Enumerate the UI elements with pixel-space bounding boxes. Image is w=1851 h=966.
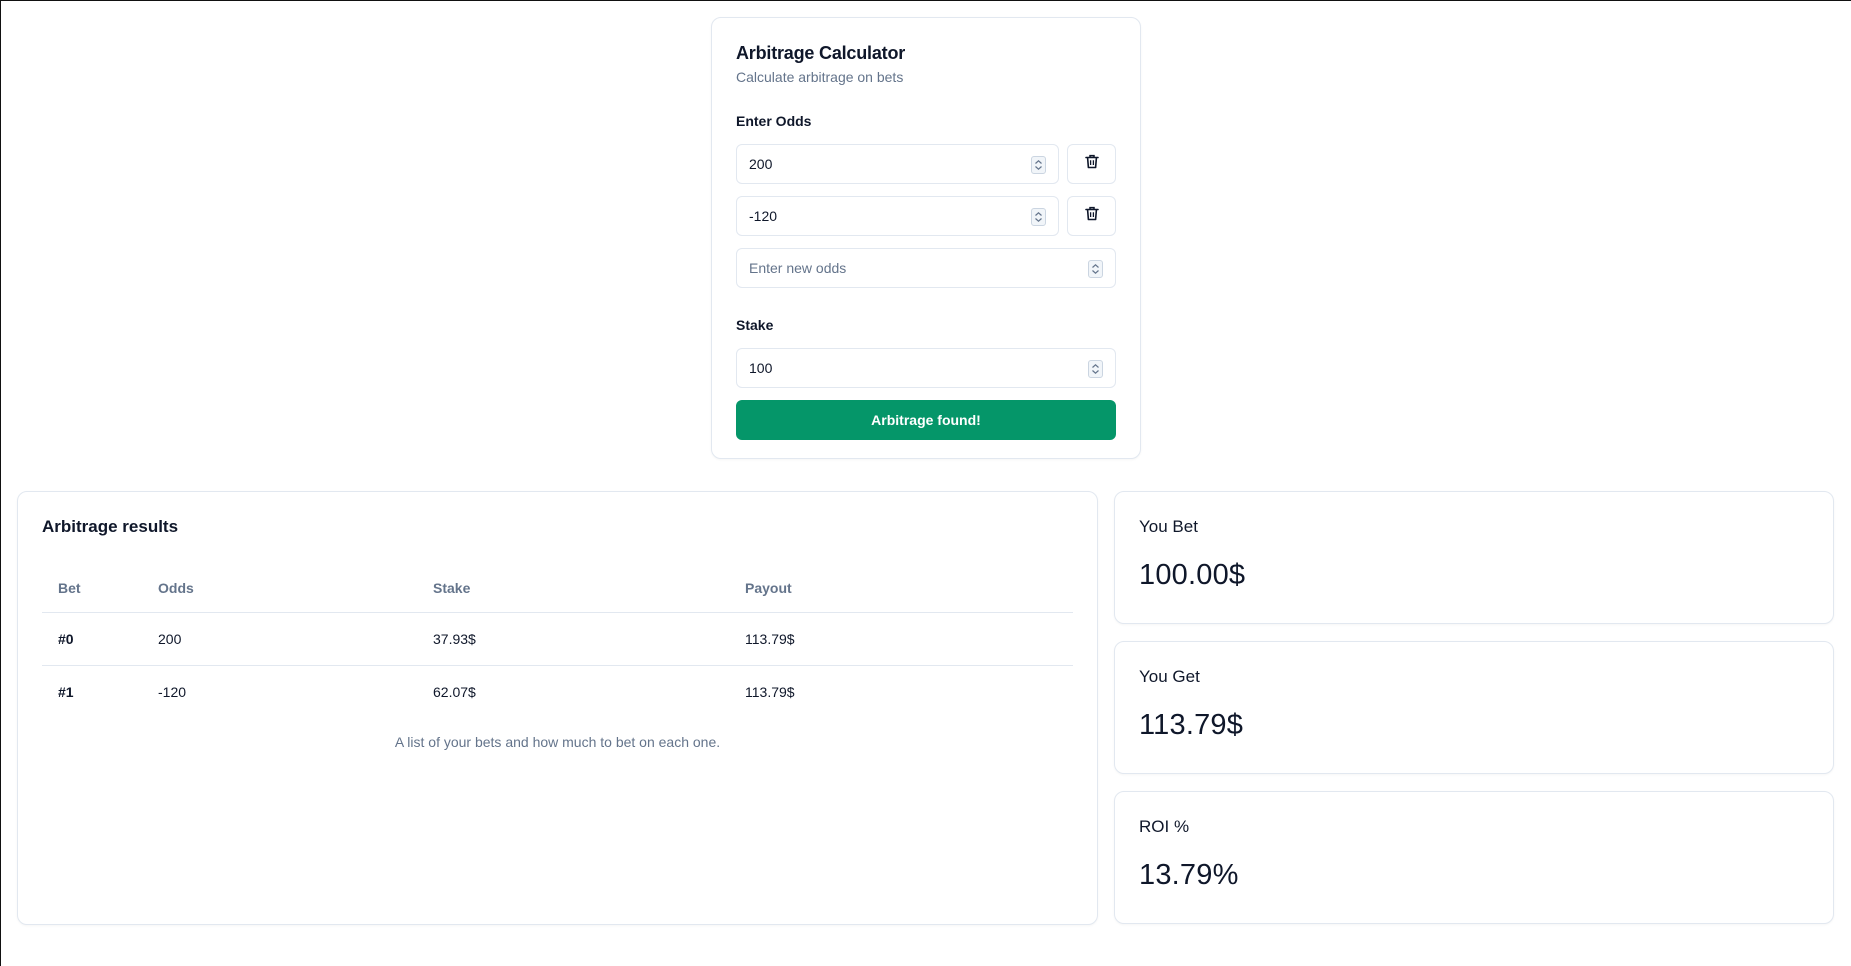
you-bet-value: 100.00$ bbox=[1139, 559, 1246, 591]
cell-bet: #0 bbox=[42, 612, 142, 666]
table-header-row: Bet Odds Stake Payout bbox=[42, 564, 1073, 613]
delete-odds-button-0[interactable] bbox=[1067, 144, 1116, 184]
roi-card: ROI % 13.79% bbox=[1114, 791, 1834, 924]
you-bet-label: You Bet bbox=[1139, 517, 1198, 536]
odds-input-value: -120 bbox=[749, 208, 778, 224]
stake-input-value: 100 bbox=[749, 360, 773, 376]
table-row: #1 -120 62.07$ 113.79$ bbox=[42, 665, 1073, 718]
odds-input-0[interactable]: 200 bbox=[736, 144, 1059, 184]
results-table: Bet Odds Stake Payout #0 200 37.93$ 113.… bbox=[42, 564, 1073, 718]
you-get-value: 113.79$ bbox=[1139, 709, 1244, 741]
odds-input-value: 200 bbox=[749, 156, 773, 172]
new-odds-row: Enter new odds bbox=[736, 248, 1116, 288]
spinner-icon[interactable] bbox=[1088, 260, 1103, 278]
calculator-subtitle: Calculate arbitrage on bets bbox=[736, 69, 904, 85]
calculator-card: Arbitrage Calculator Calculate arbitrage… bbox=[711, 17, 1141, 459]
results-card: Arbitrage results Bet Odds Stake Payout … bbox=[17, 491, 1098, 925]
odds-row: -120 bbox=[736, 196, 1116, 236]
column-header-odds: Odds bbox=[142, 564, 417, 613]
results-title: Arbitrage results bbox=[42, 517, 179, 536]
spinner-icon[interactable] bbox=[1031, 208, 1046, 226]
odds-input-1[interactable]: -120 bbox=[736, 196, 1059, 236]
you-bet-card: You Bet 100.00$ bbox=[1114, 491, 1834, 624]
calculator-title: Arbitrage Calculator bbox=[736, 43, 906, 63]
table-row: #0 200 37.93$ 113.79$ bbox=[42, 612, 1073, 666]
trash-icon bbox=[1084, 206, 1099, 226]
cell-bet: #1 bbox=[58, 683, 74, 700]
you-get-label: You Get bbox=[1139, 667, 1200, 686]
arbitrage-button[interactable]: Arbitrage found! bbox=[736, 400, 1116, 440]
roi-value: 13.79% bbox=[1139, 859, 1239, 891]
odds-label: Enter Odds bbox=[736, 113, 812, 129]
cell-stake: 62.07$ bbox=[433, 683, 476, 700]
column-header-stake: Stake bbox=[417, 564, 729, 613]
spinner-icon[interactable] bbox=[1031, 156, 1046, 174]
cell-payout: 113.79$ bbox=[729, 612, 1073, 666]
new-odds-input[interactable]: Enter new odds bbox=[736, 248, 1116, 288]
delete-odds-button-1[interactable] bbox=[1067, 196, 1116, 236]
stake-row: 100 bbox=[736, 348, 1116, 388]
trash-icon bbox=[1084, 154, 1099, 174]
cell-odds: 200 bbox=[142, 612, 417, 666]
table-caption: A list of your bets and how much to bet … bbox=[394, 734, 721, 750]
stake-label: Stake bbox=[736, 317, 774, 333]
column-header-bet: Bet bbox=[42, 564, 142, 613]
cell-stake: 37.93$ bbox=[417, 612, 729, 666]
roi-label: ROI % bbox=[1139, 817, 1190, 836]
cell-payout: 113.79$ bbox=[745, 683, 795, 700]
stake-input[interactable]: 100 bbox=[736, 348, 1116, 388]
you-get-card: You Get 113.79$ bbox=[1114, 641, 1834, 774]
new-odds-placeholder: Enter new odds bbox=[749, 260, 847, 276]
cell-odds: -120 bbox=[158, 683, 187, 700]
spinner-icon[interactable] bbox=[1088, 360, 1103, 378]
odds-row: 200 bbox=[736, 144, 1116, 184]
column-header-payout: Payout bbox=[729, 564, 1073, 613]
